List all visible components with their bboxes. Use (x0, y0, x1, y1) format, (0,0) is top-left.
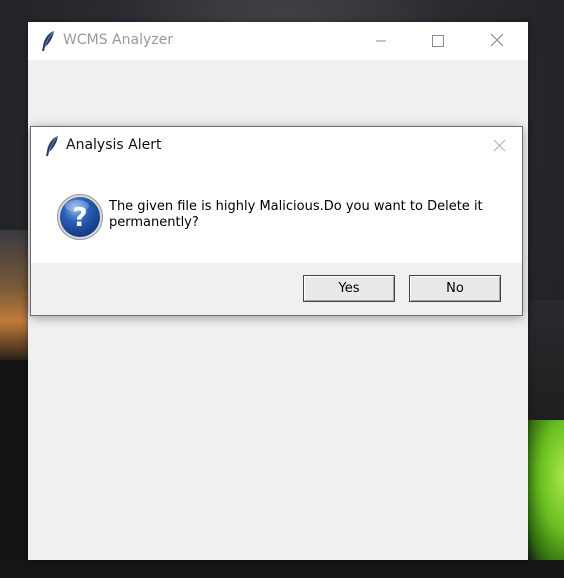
question-icon: ? (56, 193, 104, 241)
analysis-alert-dialog: Analysis Alert ? The given file is highl… (30, 126, 523, 316)
minimize-button[interactable] (358, 22, 404, 60)
desktop-wallpaper-bottom (0, 560, 564, 578)
svg-text:?: ? (72, 203, 87, 233)
feather-icon (44, 135, 60, 157)
dialog-titlebar[interactable]: Analysis Alert (31, 127, 522, 165)
minimize-icon (375, 32, 387, 51)
desktop-wallpaper-left (0, 360, 30, 578)
close-button[interactable] (474, 22, 520, 60)
yes-button[interactable]: Yes (303, 275, 395, 302)
close-icon (490, 32, 504, 51)
dialog-message: The given file is highly Malicious.Do yo… (109, 199, 483, 230)
maximize-icon (432, 32, 444, 51)
dialog-title: Analysis Alert (66, 137, 162, 153)
dialog-footer: Yes No (31, 263, 522, 315)
maximize-button[interactable] (415, 22, 461, 60)
dialog-close-button[interactable] (486, 135, 512, 157)
main-window-titlebar[interactable]: WCMS Analyzer (28, 22, 528, 60)
close-icon (493, 137, 506, 156)
main-window-title: WCMS Analyzer (63, 32, 173, 48)
no-button[interactable]: No (409, 275, 501, 302)
desktop-wallpaper-leaf (528, 420, 564, 560)
dialog-body: ? The given file is highly Malicious.Do … (31, 165, 522, 263)
feather-icon (39, 30, 57, 52)
